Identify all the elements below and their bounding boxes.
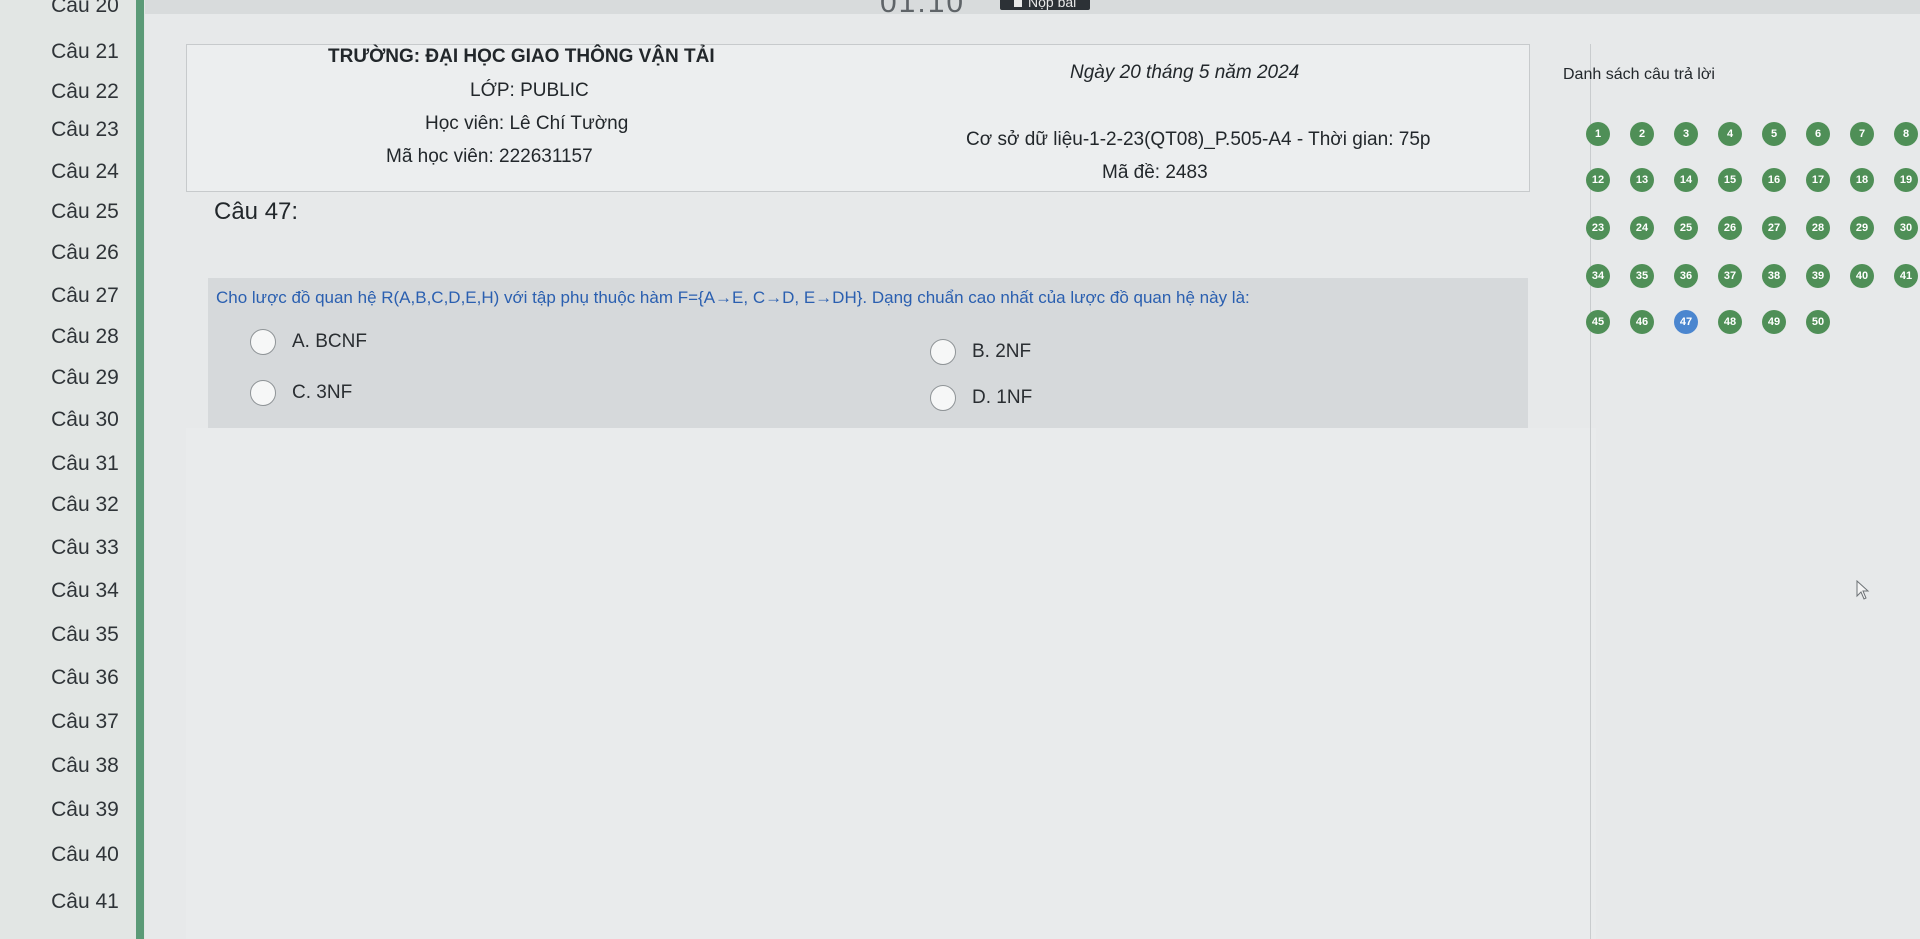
sidebar-question-item[interactable]: Câu 36	[30, 666, 140, 690]
sidebar-question-item[interactable]: Câu 37	[30, 710, 140, 734]
option-a-label: A. BCNF	[292, 331, 367, 352]
sidebar-question-item[interactable]: Câu 39	[30, 798, 140, 822]
option-c-radio[interactable]	[250, 380, 276, 406]
option-a-radio[interactable]	[250, 329, 276, 355]
option-b-radio[interactable]	[930, 339, 956, 365]
answer-bubble-16[interactable]: 16	[1762, 168, 1786, 192]
answer-bubble-38[interactable]: 38	[1762, 264, 1786, 288]
option-d-label: D. 1NF	[972, 387, 1033, 408]
sidebar-question-item[interactable]: Câu 40	[30, 843, 140, 867]
answer-bubble-45[interactable]: 45	[1586, 310, 1610, 334]
answer-bubble-50[interactable]: 50	[1806, 310, 1830, 334]
answer-bubble-14[interactable]: 14	[1674, 168, 1698, 192]
answer-bubble-6[interactable]: 6	[1806, 122, 1830, 146]
answer-bubble-3[interactable]: 3	[1674, 122, 1698, 146]
answer-bubble-25[interactable]: 25	[1674, 216, 1698, 240]
sidebar-question-item[interactable]: Câu 21	[30, 40, 140, 64]
option-b-label: B. 2NF	[972, 341, 1032, 362]
answer-bubble-2[interactable]: 2	[1630, 122, 1654, 146]
answer-bubble-4[interactable]: 4	[1718, 122, 1742, 146]
exam-date: Ngày 20 tháng 5 năm 2024	[1070, 62, 1300, 83]
sidebar-question-item[interactable]: Câu 31	[30, 452, 140, 476]
answer-bubble-48[interactable]: 48	[1718, 310, 1742, 334]
submit-icon	[1014, 0, 1022, 7]
answer-bubble-19[interactable]: 19	[1894, 168, 1918, 192]
submit-label: Nộp bài	[1028, 0, 1077, 10]
sidebar-question-item[interactable]: Câu 29	[30, 366, 140, 390]
answer-bubble-7[interactable]: 7	[1850, 122, 1874, 146]
top-bar: 01:10 Nộp bài	[0, 0, 1920, 19]
class-name: LỚP: PUBLIC	[470, 80, 589, 101]
answer-bubble-41[interactable]: 41	[1894, 264, 1918, 288]
submit-button[interactable]: Nộp bài	[1000, 0, 1091, 10]
answer-bubble-27[interactable]: 27	[1762, 216, 1786, 240]
answer-bubble-39[interactable]: 39	[1806, 264, 1830, 288]
option-b[interactable]: B. 2NF	[930, 339, 1031, 365]
option-d[interactable]: D. 1NF	[930, 385, 1032, 411]
answer-bubble-23[interactable]: 23	[1586, 216, 1610, 240]
option-c[interactable]: C. 3NF	[250, 380, 352, 406]
answer-bubble-26[interactable]: 26	[1718, 216, 1742, 240]
answer-bubble-34[interactable]: 34	[1586, 264, 1610, 288]
sidebar-question-item[interactable]: Câu 28	[30, 325, 140, 349]
answer-bubble-1[interactable]: 1	[1586, 122, 1610, 146]
option-c-label: C. 3NF	[292, 382, 353, 403]
answer-bubble-12[interactable]: 12	[1586, 168, 1610, 192]
sidebar-question-item[interactable]: Câu 34	[30, 579, 140, 603]
sidebar-question-item[interactable]: Câu 25	[30, 200, 140, 224]
answer-bubble-18[interactable]: 18	[1850, 168, 1874, 192]
question-text: Cho lược đồ quan hệ R(A,B,C,D,E,H) với t…	[216, 288, 1250, 307]
answer-bubble-29[interactable]: 29	[1850, 216, 1874, 240]
sidebar-question-item[interactable]: Câu 35	[30, 623, 140, 647]
answer-bubble-35[interactable]: 35	[1630, 264, 1654, 288]
answer-bubble-17[interactable]: 17	[1806, 168, 1830, 192]
student-id: Mã học viên: 222631157	[386, 146, 593, 167]
answer-list-title: Danh sách câu trả lời	[1563, 66, 1715, 83]
answer-bubble-47[interactable]: 47	[1674, 310, 1698, 334]
timer: 01:10	[880, 0, 966, 19]
sidebar-question-item[interactable]: Câu 20	[30, 0, 140, 18]
option-a[interactable]: A. BCNF	[250, 329, 367, 355]
exam-page: 01:10 Nộp bài Câu 20 Câu 21 Câu 22 Câu 2…	[0, 0, 1920, 939]
answer-bubble-13[interactable]: 13	[1630, 168, 1654, 192]
answer-bubble-49[interactable]: 49	[1762, 310, 1786, 334]
answer-bubble-24[interactable]: 24	[1630, 216, 1654, 240]
answer-bubble-37[interactable]: 37	[1718, 264, 1742, 288]
sidebar-question-item[interactable]: Câu 24	[30, 160, 140, 184]
school-name: TRƯỜNG: ĐẠI HỌC GIAO THÔNG VẬN TẢI	[328, 46, 715, 67]
sidebar-question-item[interactable]: Câu 22	[30, 80, 140, 104]
sidebar-question-item[interactable]: Câu 30	[30, 408, 140, 432]
answer-bubble-5[interactable]: 5	[1762, 122, 1786, 146]
sidebar-question-item[interactable]: Câu 38	[30, 754, 140, 778]
sidebar-question-item[interactable]: Câu 23	[30, 118, 140, 142]
answer-bubble-28[interactable]: 28	[1806, 216, 1830, 240]
answer-bubble-40[interactable]: 40	[1850, 264, 1874, 288]
sidebar-question-item[interactable]: Câu 41	[30, 890, 140, 914]
option-d-radio[interactable]	[930, 385, 956, 411]
exam-code: Mã đề: 2483	[1102, 162, 1208, 183]
answer-bubble-30[interactable]: 30	[1894, 216, 1918, 240]
exam-info: Cơ sở dữ liệu-1-2-23(QT08)_P.505-A4 - Th…	[966, 129, 1431, 150]
content-area	[186, 428, 1596, 939]
question-title: Câu 47:	[214, 198, 299, 225]
answer-bubble-46[interactable]: 46	[1630, 310, 1654, 334]
sidebar-question-item[interactable]: Câu 33	[30, 536, 140, 560]
answer-bubble-36[interactable]: 36	[1674, 264, 1698, 288]
sidebar-question-item[interactable]: Câu 27	[30, 284, 140, 308]
question-sidebar: Câu 20 Câu 21 Câu 22 Câu 23 Câu 24 Câu 2…	[0, 0, 145, 939]
student-name: Học viên: Lê Chí Tường	[425, 113, 629, 134]
sidebar-question-item[interactable]: Câu 32	[30, 493, 140, 517]
sidebar-question-item[interactable]: Câu 26	[30, 241, 140, 265]
answer-bubble-15[interactable]: 15	[1718, 168, 1742, 192]
mouse-cursor-icon	[1856, 580, 1870, 600]
answer-bubble-8[interactable]: 8	[1894, 122, 1918, 146]
